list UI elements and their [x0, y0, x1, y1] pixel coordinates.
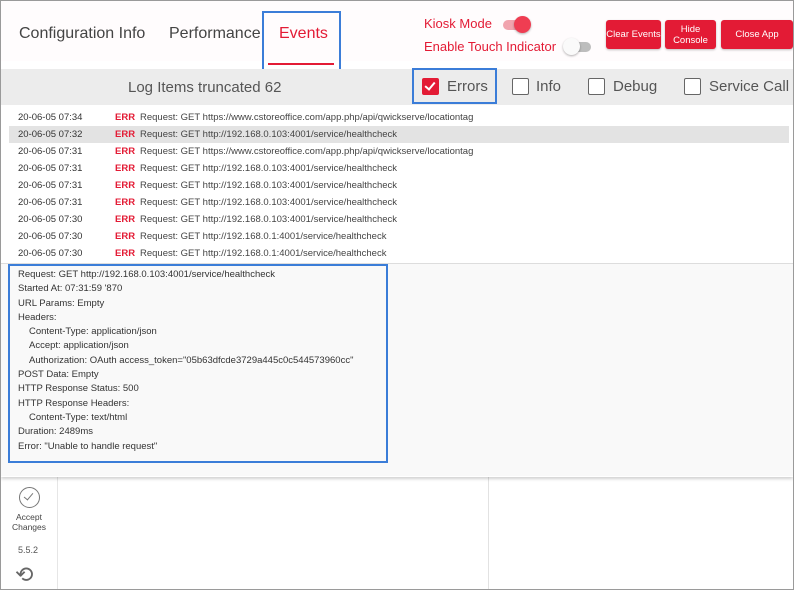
background-divider [488, 477, 489, 589]
events-tab-highlight [262, 11, 341, 72]
info-label[interactable]: Info [536, 78, 561, 95]
check-circle-icon [18, 487, 40, 508]
service-call-checkbox[interactable] [684, 78, 701, 95]
app-window: Accept Changes 5.5.2 ⟲ Configuration Inf… [0, 0, 794, 590]
log-level: ERR [115, 163, 136, 174]
log-level: ERR [115, 197, 136, 208]
log-timestamp: 20-06-05 07:34 [18, 112, 83, 123]
truncated-count-label: Log Items truncated 62 [128, 79, 282, 96]
filter-bar [1, 69, 793, 105]
tab-configuration-info[interactable]: Configuration Info [19, 25, 145, 43]
background-app-content [57, 477, 793, 589]
toggle-knob [563, 38, 580, 55]
log-timestamp: 20-06-05 07:30 [18, 248, 83, 259]
log-level: ERR [115, 112, 136, 123]
log-timestamp: 20-06-05 07:31 [18, 163, 83, 174]
log-level: ERR [115, 214, 136, 225]
info-checkbox[interactable] [512, 78, 529, 95]
close-app-button[interactable]: Close App [721, 20, 793, 49]
touch-indicator-label: Enable Touch Indicator [424, 39, 557, 54]
kiosk-mode-label: Kiosk Mode [424, 16, 492, 31]
log-message: Request: GET https://www.cstoreoffice.co… [140, 146, 474, 157]
errors-filter-highlight [412, 68, 497, 104]
toggle-knob [514, 16, 531, 33]
log-level: ERR [115, 180, 136, 191]
clear-events-button[interactable]: Clear Events [606, 20, 661, 49]
log-message: Request: GET http://192.168.0.103:4001/s… [140, 180, 398, 191]
log-row[interactable]: 20-06-05 07:34 ERR Request: GET https://… [9, 109, 789, 126]
log-timestamp: 20-06-05 07:30 [18, 214, 83, 225]
log-row[interactable]: 20-06-05 07:30 ERR Request: GET http://1… [9, 228, 789, 245]
log-timestamp: 20-06-05 07:32 [18, 129, 83, 140]
sync-icon[interactable]: ⟲ [15, 562, 33, 588]
log-message: Request: GET http://192.168.0.103:4001/s… [140, 129, 398, 140]
log-level: ERR [115, 231, 136, 242]
log-level: ERR [115, 248, 136, 259]
log-row[interactable]: 20-06-05 07:30 ERR Request: GET http://1… [9, 245, 789, 260]
log-timestamp: 20-06-05 07:31 [18, 180, 83, 191]
log-row-selected[interactable]: 20-06-05 07:32 ERR Request: GET http://1… [9, 126, 789, 143]
log-row[interactable]: 20-06-05 07:31 ERR Request: GET http://1… [9, 160, 789, 177]
log-row[interactable]: 20-06-05 07:31 ERR Request: GET http://1… [9, 194, 789, 211]
log-row[interactable]: 20-06-05 07:30 ERR Request: GET http://1… [9, 211, 789, 228]
debug-console: Configuration Info Performance Events Ki… [1, 1, 793, 477]
log-timestamp: 20-06-05 07:31 [18, 197, 83, 208]
log-row[interactable]: 20-06-05 07:31 ERR Request: GET http://1… [9, 177, 789, 194]
touch-indicator-toggle[interactable] [563, 38, 591, 55]
log-level: ERR [115, 146, 136, 157]
event-log-list[interactable]: 20-06-05 07:34 ERR Request: GET https://… [9, 109, 789, 260]
log-timestamp: 20-06-05 07:31 [18, 146, 83, 157]
debug-checkbox[interactable] [588, 78, 605, 95]
tab-performance[interactable]: Performance [169, 25, 261, 43]
service-call-label[interactable]: Service Call [709, 78, 789, 95]
debug-label[interactable]: Debug [613, 78, 657, 95]
hide-console-button[interactable]: Hide Console [665, 20, 716, 49]
log-message: Request: GET https://www.cstoreoffice.co… [140, 112, 474, 123]
version-label: 5.5.2 [17, 545, 39, 555]
accept-changes-label: Accept Changes [11, 512, 47, 532]
log-row[interactable]: 20-06-05 07:31 ERR Request: GET https://… [9, 143, 789, 160]
log-level: ERR [115, 129, 136, 140]
log-message: Request: GET http://192.168.0.103:4001/s… [140, 197, 398, 208]
log-message: Request: GET http://192.168.0.103:4001/s… [140, 163, 398, 174]
log-timestamp: 20-06-05 07:30 [18, 231, 83, 242]
kiosk-mode-toggle[interactable] [503, 16, 531, 33]
log-message: Request: GET http://192.168.0.103:4001/s… [140, 214, 398, 225]
log-message: Request: GET http://192.168.0.1:4001/ser… [140, 231, 387, 242]
detail-panel-highlight [8, 264, 388, 463]
log-message: Request: GET http://192.168.0.1:4001/ser… [140, 248, 387, 259]
accept-changes-button[interactable]: Accept Changes [7, 487, 51, 532]
